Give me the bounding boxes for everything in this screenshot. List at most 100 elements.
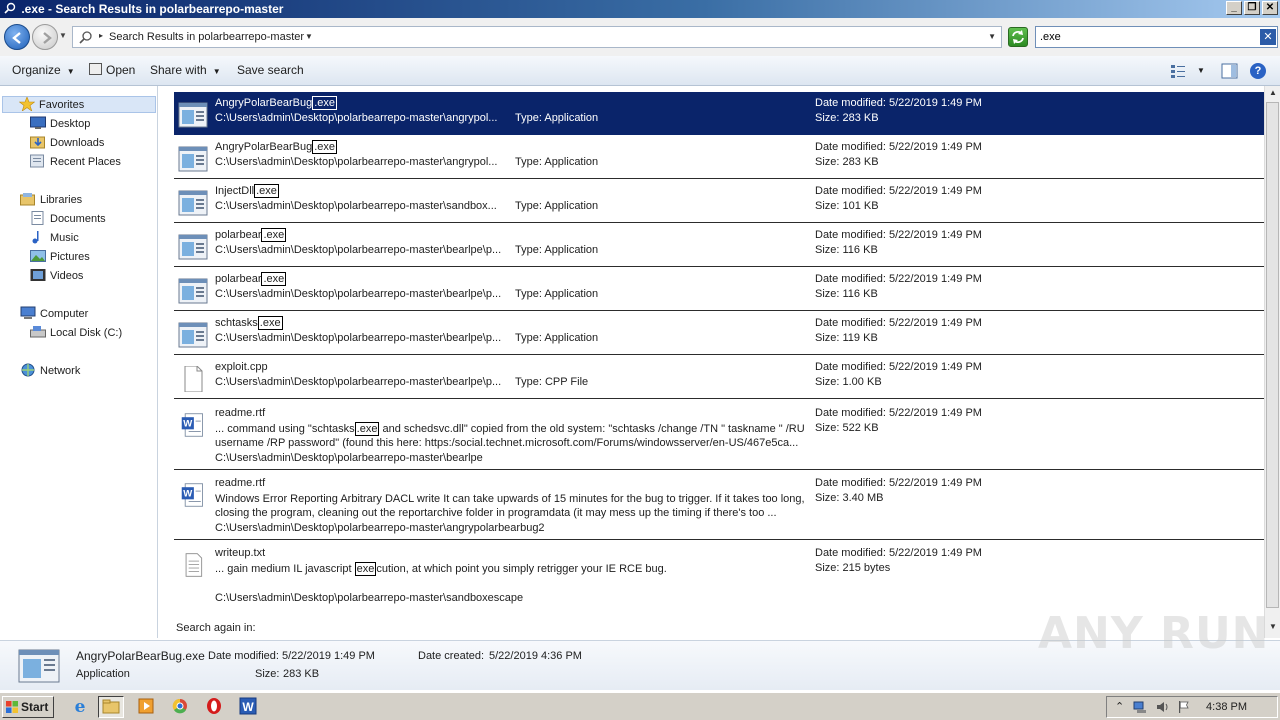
start-button[interactable]: Start bbox=[2, 696, 54, 718]
list-item[interactable]: polarbear .exe C:\Users\admin\Desktop\pola… bbox=[174, 224, 1264, 267]
content-snippet: Windows Error Reporting Arbitrary DACL w… bbox=[215, 492, 805, 520]
clock[interactable]: 4:38 PM bbox=[1206, 701, 1247, 713]
list-item[interactable]: exploit.cpp C:\Users\admin\Desktop\polarb… bbox=[174, 356, 1264, 399]
file-path: C:\Users\admin\Desktop\polarbearrepo-mas… bbox=[215, 200, 497, 212]
change-view-icon[interactable] bbox=[1170, 63, 1186, 79]
nav-libraries[interactable]: Libraries bbox=[20, 192, 82, 209]
network-status-icon[interactable] bbox=[1133, 700, 1147, 714]
open-label: Open bbox=[106, 63, 136, 77]
nav-recent-places[interactable]: Recent Places bbox=[30, 154, 121, 171]
start-label: Start bbox=[21, 700, 49, 714]
scroll-up-icon[interactable]: ▲ bbox=[1267, 88, 1279, 102]
file-size: Size: 116 KB bbox=[815, 288, 878, 300]
nav-desktop[interactable]: Desktop bbox=[30, 116, 90, 133]
list-item[interactable]: InjectDll .exe C:\Users\admin\Desktop\pola… bbox=[174, 180, 1264, 223]
list-item[interactable]: AngryPolarBearBug .exe C:\Users\admin\Desk… bbox=[174, 136, 1264, 179]
share-with-button[interactable]: Share with ▼ bbox=[150, 63, 221, 77]
search-input[interactable] bbox=[1036, 27, 1256, 46]
organize-button[interactable]: Organize ▼ bbox=[12, 63, 75, 77]
search-icon bbox=[79, 31, 92, 44]
organize-label: Organize bbox=[12, 63, 61, 77]
file-size: Size: 215 bytes bbox=[815, 562, 891, 574]
nav-computer[interactable]: Computer bbox=[20, 306, 88, 323]
file-name: readme.rtf bbox=[215, 407, 266, 419]
file-type: Type: Application bbox=[515, 112, 599, 124]
nav-documents-label: Documents bbox=[50, 213, 106, 225]
list-item[interactable]: AngryPolarBearBug .exe C:\Users\admin\Desk… bbox=[174, 92, 1264, 135]
taskbar-word[interactable]: W bbox=[236, 696, 262, 718]
desktop-icon bbox=[30, 116, 46, 129]
nav-downloads[interactable]: Downloads bbox=[30, 135, 104, 152]
forward-button[interactable] bbox=[32, 24, 58, 50]
date-modified: Date modified: 5/22/2019 1:49 PM bbox=[815, 407, 982, 419]
open-button[interactable]: Open bbox=[89, 63, 135, 77]
show-hidden-icons-icon[interactable]: ⌃ bbox=[1115, 700, 1124, 713]
address-dropdown-icon[interactable]: ▼ bbox=[988, 32, 996, 41]
list-item[interactable]: W readme.rtf Windows Error Reporting Arb… bbox=[174, 472, 1264, 540]
window-title-bar[interactable]: .exe - Search Results in polarbearrepo-m… bbox=[0, 0, 1280, 18]
nav-videos[interactable]: Videos bbox=[30, 268, 83, 285]
taskbar-internet-explorer[interactable]: e bbox=[68, 696, 94, 718]
recent-pages-dropdown-icon[interactable]: ▼ bbox=[59, 31, 67, 40]
date-modified: Date modified: 5/22/2019 1:49 PM bbox=[815, 229, 982, 241]
vertical-scrollbar[interactable]: ▲ ▼ bbox=[1264, 86, 1280, 638]
windows-flag-icon bbox=[6, 701, 18, 713]
close-button[interactable]: ✕ bbox=[1262, 1, 1278, 15]
list-item[interactable]: writeup.txt ... gain medium IL javascrip… bbox=[174, 542, 1264, 612]
file-path: C:\Users\admin\Desktop\polarbearrepo-mas… bbox=[215, 522, 545, 534]
breadcrumb-search-results[interactable]: Search Results in polarbearrepo-master bbox=[109, 31, 304, 43]
address-bar[interactable]: ▸ Search Results in polarbearrepo-master… bbox=[72, 26, 1002, 48]
file-name: schtasks .exe bbox=[215, 316, 283, 330]
refresh-button[interactable] bbox=[1008, 27, 1028, 47]
chevron-down-icon: ▼ bbox=[212, 67, 221, 76]
application-icon bbox=[178, 190, 208, 216]
nav-documents[interactable]: Documents bbox=[30, 211, 106, 228]
list-item[interactable]: polarbear .exe C:\Users\admin\Desktop\pola… bbox=[174, 268, 1264, 311]
blank-file-icon bbox=[184, 366, 203, 392]
preview-pane-icon[interactable] bbox=[1221, 63, 1238, 79]
volume-icon[interactable] bbox=[1155, 700, 1169, 714]
file-path: C:\Users\admin\Desktop\polarbearrepo-mas… bbox=[215, 592, 524, 604]
file-name: polarbear .exe bbox=[215, 272, 287, 286]
content-snippet: ... gain medium IL javascript exe cution,… bbox=[215, 562, 805, 576]
taskbar-opera[interactable] bbox=[202, 696, 228, 718]
nav-favorites[interactable]: Favorites bbox=[2, 96, 156, 113]
internet-explorer-icon: e bbox=[75, 697, 86, 717]
restore-button[interactable]: ❐ bbox=[1244, 1, 1260, 15]
libraries-icon bbox=[20, 193, 35, 206]
file-name: AngryPolarBearBug .exe bbox=[215, 96, 338, 110]
date-modified: Date modified: 5/22/2019 1:49 PM bbox=[815, 547, 982, 559]
breadcrumb-arrow-icon[interactable]: ▸ bbox=[99, 31, 103, 40]
application-icon bbox=[178, 278, 208, 304]
clear-search-icon[interactable]: ✕ bbox=[1260, 29, 1276, 45]
file-name-text: polarbear bbox=[215, 273, 262, 285]
action-center-flag-icon[interactable] bbox=[1177, 700, 1191, 714]
chrome-icon bbox=[172, 698, 187, 714]
date-modified: Date modified: 5/22/2019 1:49 PM bbox=[815, 97, 982, 109]
file-name-text: schtasks bbox=[215, 317, 258, 329]
snippet-text: ... gain medium IL javascript bbox=[215, 563, 355, 575]
save-search-button[interactable]: Save search bbox=[237, 63, 304, 77]
nav-local-disk[interactable]: Local Disk (C:) bbox=[30, 325, 122, 342]
view-options-dropdown-icon[interactable]: ▼ bbox=[1197, 66, 1205, 75]
search-box[interactable]: ✕ bbox=[1035, 26, 1278, 48]
chevron-down-icon: ▼ bbox=[66, 67, 75, 76]
list-item[interactable]: schtasks .exe C:\Users\admin\Desktop\polar… bbox=[174, 312, 1264, 355]
file-path: C:\Users\admin\Desktop\polarbearrepo-mas… bbox=[215, 156, 498, 168]
nav-network[interactable]: Network bbox=[20, 363, 80, 380]
date-modified: Date modified: 5/22/2019 1:49 PM bbox=[815, 477, 982, 489]
nav-pictures[interactable]: Pictures bbox=[30, 249, 90, 266]
opera-icon bbox=[207, 698, 221, 714]
minimize-button[interactable]: _ bbox=[1226, 1, 1242, 15]
nav-music[interactable]: Music bbox=[30, 230, 79, 247]
watermark-logo: ANY RUN bbox=[1038, 608, 1270, 659]
taskbar-media-player[interactable] bbox=[134, 696, 160, 718]
open-icon bbox=[89, 63, 102, 75]
back-button[interactable] bbox=[4, 24, 30, 50]
breadcrumb-dropdown-icon[interactable]: ▼ bbox=[305, 32, 313, 41]
scrollbar-thumb[interactable] bbox=[1266, 102, 1279, 608]
taskbar-explorer[interactable] bbox=[98, 696, 124, 718]
help-icon[interactable]: ? bbox=[1250, 63, 1266, 79]
taskbar-chrome[interactable] bbox=[168, 696, 194, 718]
list-item[interactable]: W readme.rtf ... command using "schtasks… bbox=[174, 402, 1264, 470]
